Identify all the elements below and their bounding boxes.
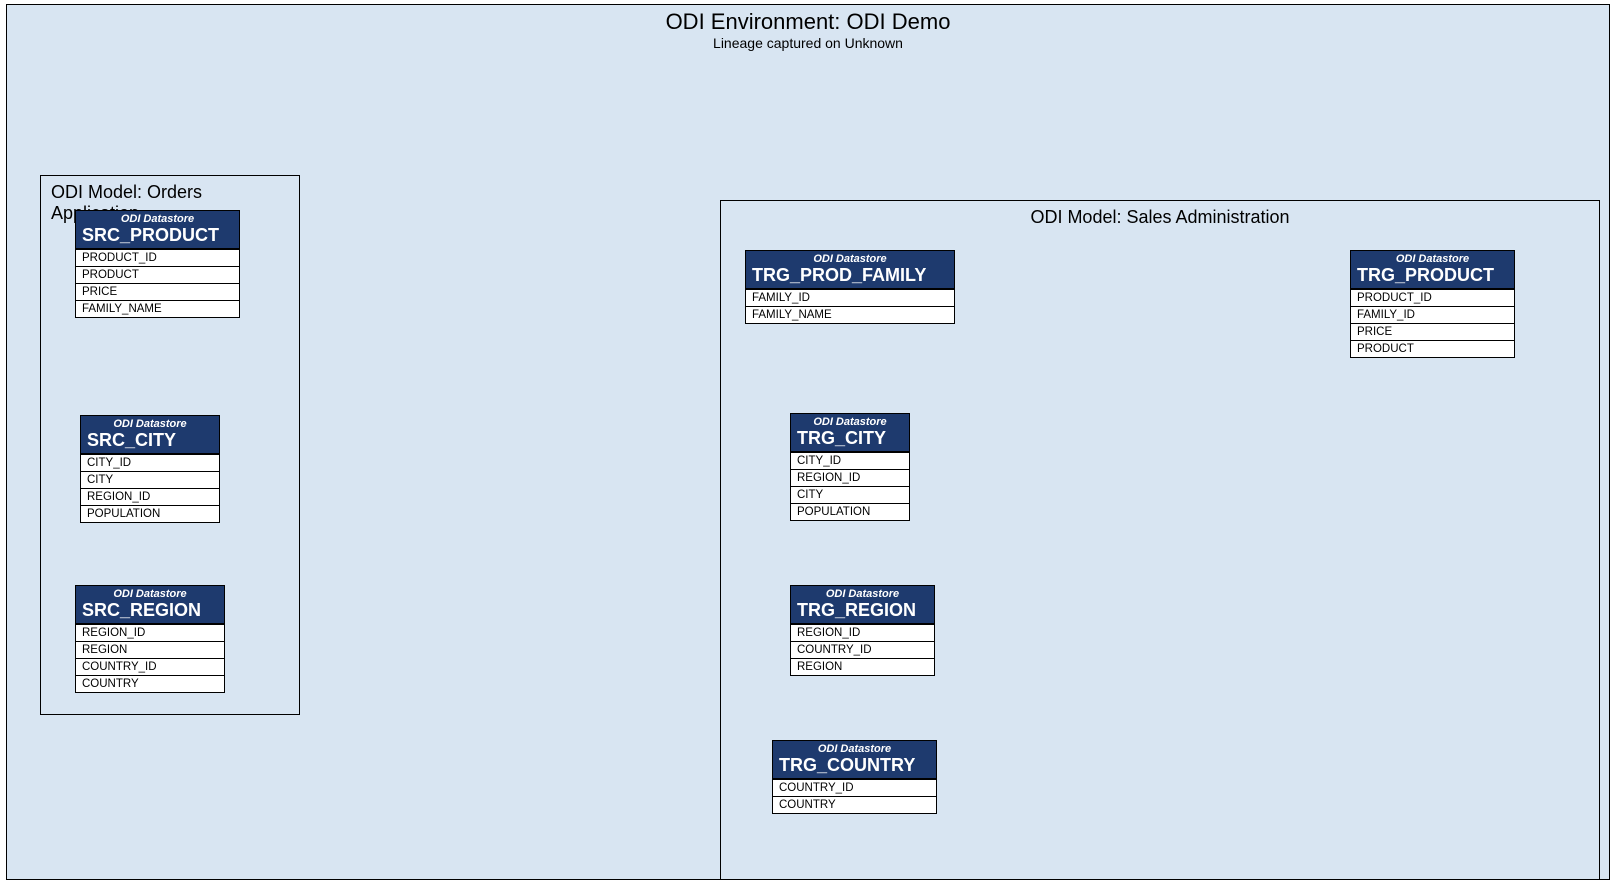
datastore-header: ODI DatastoreTRG_CITY [791,414,909,452]
datastore-header: ODI DatastoreTRG_PRODUCT [1351,251,1514,289]
datastore-type-label: ODI Datastore [82,213,233,225]
env-subtitle: Lineage captured on Unknown [7,35,1609,57]
datastore-type-label: ODI Datastore [779,743,930,755]
column-country_id[interactable]: COUNTRY_ID [773,779,936,796]
datastore-header: ODI DatastoreTRG_COUNTRY [773,741,936,779]
column-family_name[interactable]: FAMILY_NAME [76,300,239,317]
column-country[interactable]: COUNTRY [773,796,936,813]
datastore-header: ODI DatastoreSRC_PRODUCT [76,211,239,249]
column-family_id[interactable]: FAMILY_ID [746,289,954,306]
datastore-name: TRG_CITY [797,428,903,449]
datastore-name: TRG_COUNTRY [779,755,930,776]
column-region[interactable]: REGION [791,658,934,675]
column-product[interactable]: PRODUCT [1351,340,1514,357]
datastore-type-label: ODI Datastore [752,253,948,265]
datastore-src-region[interactable]: ODI DatastoreSRC_REGIONREGION_IDREGIONCO… [75,585,225,693]
column-region_id[interactable]: REGION_ID [791,469,909,486]
column-region[interactable]: REGION [76,641,224,658]
datastore-trg-prod-family[interactable]: ODI DatastoreTRG_PROD_FAMILYFAMILY_IDFAM… [745,250,955,324]
datastore-name: TRG_PROD_FAMILY [752,265,948,286]
datastore-type-label: ODI Datastore [797,416,903,428]
datastore-name: SRC_CITY [87,430,213,451]
datastore-type-label: ODI Datastore [1357,253,1508,265]
column-region_id[interactable]: REGION_ID [791,624,934,641]
column-population[interactable]: POPULATION [791,503,909,520]
datastore-name: TRG_PRODUCT [1357,265,1508,286]
diagram-stage: ODI Environment: ODI Demo Lineage captur… [0,0,1616,885]
datastore-type-label: ODI Datastore [82,588,218,600]
column-product_id[interactable]: PRODUCT_ID [1351,289,1514,306]
column-city_id[interactable]: CITY_ID [81,454,219,471]
column-city[interactable]: CITY [791,486,909,503]
column-family_name[interactable]: FAMILY_NAME [746,306,954,323]
datastore-trg-region[interactable]: ODI DatastoreTRG_REGIONREGION_IDCOUNTRY_… [790,585,935,676]
column-city[interactable]: CITY [81,471,219,488]
datastore-trg-city[interactable]: ODI DatastoreTRG_CITYCITY_IDREGION_IDCIT… [790,413,910,521]
datastore-type-label: ODI Datastore [797,588,928,600]
datastore-trg-country[interactable]: ODI DatastoreTRG_COUNTRYCOUNTRY_IDCOUNTR… [772,740,937,814]
datastore-header: ODI DatastoreSRC_CITY [81,416,219,454]
column-product_id[interactable]: PRODUCT_ID [76,249,239,266]
datastore-name: TRG_REGION [797,600,928,621]
column-product[interactable]: PRODUCT [76,266,239,283]
column-city_id[interactable]: CITY_ID [791,452,909,469]
datastore-src-city[interactable]: ODI DatastoreSRC_CITYCITY_IDCITYREGION_I… [80,415,220,523]
column-region_id[interactable]: REGION_ID [76,624,224,641]
column-population[interactable]: POPULATION [81,505,219,522]
column-region_id[interactable]: REGION_ID [81,488,219,505]
column-price[interactable]: PRICE [76,283,239,300]
datastore-name: SRC_PRODUCT [82,225,233,246]
datastore-header: ODI DatastoreTRG_PROD_FAMILY [746,251,954,289]
datastore-type-label: ODI Datastore [87,418,213,430]
datastore-header: ODI DatastoreSRC_REGION [76,586,224,624]
datastore-trg-product[interactable]: ODI DatastoreTRG_PRODUCTPRODUCT_IDFAMILY… [1350,250,1515,358]
model-sales-title: ODI Model: Sales Administration [721,201,1599,234]
datastore-src-product[interactable]: ODI DatastoreSRC_PRODUCTPRODUCT_IDPRODUC… [75,210,240,318]
datastore-name: SRC_REGION [82,600,218,621]
column-family_id[interactable]: FAMILY_ID [1351,306,1514,323]
env-title: ODI Environment: ODI Demo [7,5,1609,35]
column-country_id[interactable]: COUNTRY_ID [76,658,224,675]
column-country_id[interactable]: COUNTRY_ID [791,641,934,658]
column-price[interactable]: PRICE [1351,323,1514,340]
datastore-header: ODI DatastoreTRG_REGION [791,586,934,624]
column-country[interactable]: COUNTRY [76,675,224,692]
